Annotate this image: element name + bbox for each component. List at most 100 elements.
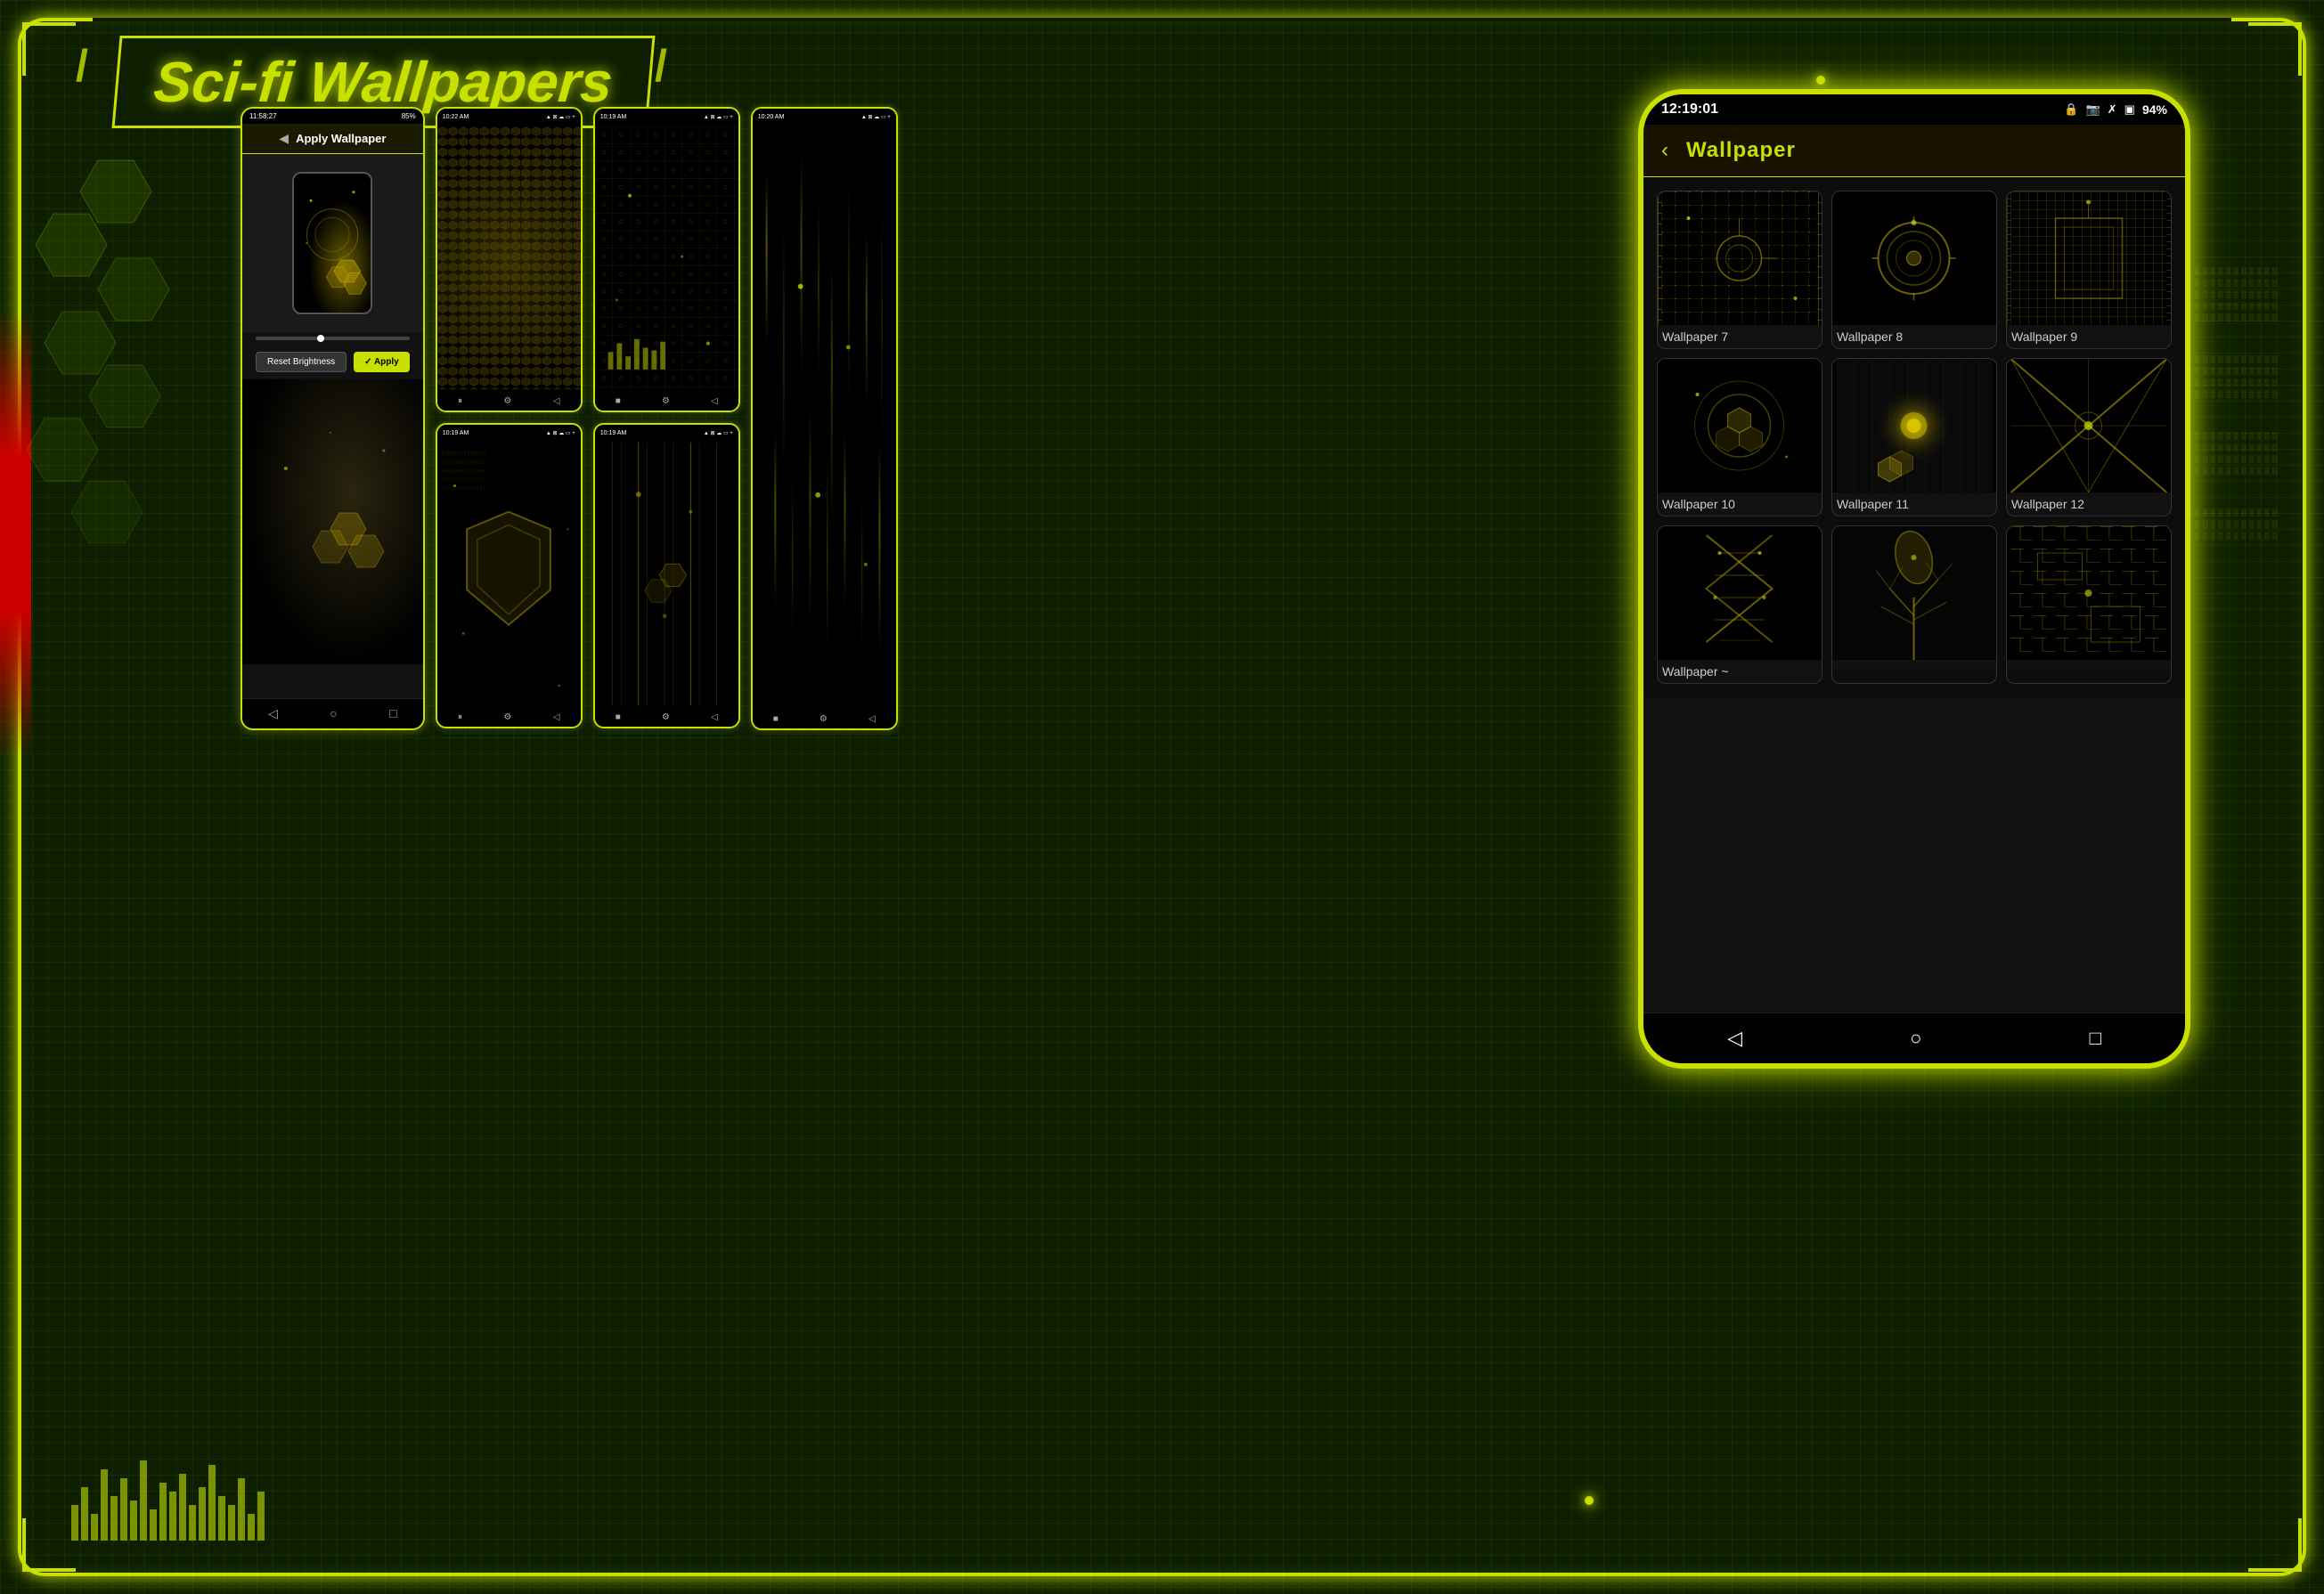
signal-icon: ▣ <box>2124 102 2135 117</box>
large-nav-back[interactable]: ◁ <box>1727 1027 1742 1050</box>
apply-header-title: Apply Wallpaper <box>296 132 386 145</box>
status-right-icons: 🔒 📷 ✗ ▣ 94% <box>2064 102 2167 117</box>
wallpaper-label-12: Wallpaper 12 <box>2007 492 2171 516</box>
phone5-content <box>595 441 738 707</box>
svg-text:01001010110101: 01001010110101 <box>442 486 486 492</box>
wallpaper-item-10[interactable]: Wallpaper 10 <box>1657 358 1823 516</box>
svg-text:01001010101010: 01001010101010 <box>442 451 486 457</box>
svg-text:11010101001010: 11010101001010 <box>442 478 486 484</box>
phone5-time: 10:19 AM <box>600 430 627 436</box>
phone-dot-pattern[interactable]: 10:22 AM ▲ ⊠ ☁ ▭ + ⏸ ⚙ <box>436 107 583 412</box>
wallpaper-item-8[interactable]: Wallpaper 8 <box>1831 191 1997 349</box>
wallpaper-item-15[interactable] <box>2006 525 2172 684</box>
wallpaper-label-8: Wallpaper 8 <box>1832 325 1996 348</box>
apply-nav-recents[interactable]: □ <box>389 706 396 721</box>
phone3-nav-back[interactable]: ◁ <box>553 712 560 722</box>
phone6-nav-back[interactable]: ◁ <box>868 714 876 724</box>
wallpaper-back-arrow[interactable]: ‹ <box>1661 138 1668 163</box>
preview-wallpaper <box>294 174 371 313</box>
wallpaper-item-11[interactable]: Wallpaper 11 <box>1831 358 1997 516</box>
reset-brightness-button[interactable]: Reset Brightness <box>256 352 347 372</box>
phone2-nav-pause[interactable]: ⏸ <box>458 396 462 406</box>
phone-vertical-lines[interactable]: 10:19 AM ▲ ⊠ ☁ ▭ + <box>593 423 740 728</box>
phone-large-wallpaper-app[interactable]: 12:19:01 🔒 📷 ✗ ▣ 94% ‹ Wallpaper <box>1638 89 2190 1069</box>
phone6-wallpaper <box>753 125 896 709</box>
apply-preview-area <box>242 154 423 332</box>
wallpaper-thumb-12 <box>2007 359 2171 492</box>
large-nav-recents[interactable]: □ <box>2090 1027 2101 1050</box>
slash-left: / <box>76 40 88 92</box>
phone6-nav-pause[interactable]: ■ <box>773 714 779 724</box>
svg-text:10110101001011: 10110101001011 <box>442 460 486 466</box>
phone2-content <box>437 125 581 391</box>
wallpaper-item-7[interactable]: Wallpaper 7 <box>1657 191 1823 349</box>
phones-col-2: 10:22 AM ▲ ⊠ ☁ ▭ + ⏸ ⚙ <box>436 107 583 728</box>
phone5-nav-pause[interactable]: ■ <box>616 712 621 722</box>
wallpaper-item-9[interactable]: Wallpaper 9 <box>2006 191 2172 349</box>
wallpaper-thumb-7 <box>1658 191 1822 325</box>
brightness-thumb[interactable] <box>317 335 324 342</box>
phone3-nav-pause[interactable]: ⏸ <box>458 712 462 722</box>
phone5-wallpaper <box>595 441 738 707</box>
wallpaper-label-10: Wallpaper 10 <box>1658 492 1822 516</box>
phone3-status: 10:19 AM ▲ ⊠ ☁ ▭ + <box>437 425 581 441</box>
corner-decoration-br <box>2248 1518 2302 1572</box>
phone4-nav: ■ ⚙ ◁ <box>595 391 738 411</box>
phone5-nav-back[interactable]: ◁ <box>711 712 718 722</box>
lock-icon: 🔒 <box>2064 102 2078 117</box>
wallpaper-item-12[interactable]: Wallpaper 12 <box>2006 358 2172 516</box>
wallpaper-grid: Wallpaper 7 Wallpaper 8 <box>1643 177 2185 697</box>
apply-button[interactable]: ✓ Apply <box>354 352 410 372</box>
apply-nav-home[interactable]: ○ <box>330 706 337 721</box>
phones-col-4: 10:20 AM ▲ ⊠ ☁ ▭ + <box>751 107 898 730</box>
wallpaper-thumb-10 <box>1658 359 1822 492</box>
wallpaper-label-15 <box>2007 660 2171 669</box>
wallpaper-label-7: Wallpaper 7 <box>1658 325 1822 348</box>
phone4-nav-back[interactable]: ◁ <box>711 396 718 406</box>
phone3-time: 10:19 AM <box>443 430 469 436</box>
phone6-icons: ▲ ⊠ ☁ ▭ + <box>861 114 891 120</box>
phone4-wallpaper <box>595 125 738 391</box>
wallpaper-app-title: Wallpaper <box>1686 138 1796 163</box>
phone-shield[interactable]: 10:19 AM ▲ ⊠ ☁ ▭ + 01001010101010 101101… <box>436 423 583 728</box>
brightness-control <box>256 337 410 340</box>
wallpaper-app-header: ‹ Wallpaper <box>1643 125 2185 177</box>
phone2-nav-settings[interactable]: ⚙ <box>503 396 511 406</box>
phones-col-3: 10:19 AM ▲ ⊠ ☁ ▭ + <box>593 107 740 728</box>
phone4-nav-pause[interactable]: ■ <box>616 396 621 406</box>
phone-streaks[interactable]: 10:20 AM ▲ ⊠ ☁ ▭ + <box>751 107 898 730</box>
wallpaper-item-14[interactable] <box>1831 525 1997 684</box>
phone2-nav-back[interactable]: ◁ <box>553 396 560 406</box>
phone5-nav-settings[interactable]: ⚙ <box>662 712 670 722</box>
wallpaper-thumb-13 <box>1658 526 1822 660</box>
phone2-nav: ⏸ ⚙ ◁ <box>437 391 581 411</box>
wallpaper-label-13: Wallpaper ~ <box>1658 660 1822 683</box>
phone-large-nav-bar: ◁ ○ □ <box>1643 1013 2185 1063</box>
large-nav-home[interactable]: ○ <box>1910 1027 1921 1050</box>
phone4-nav-settings[interactable]: ⚙ <box>662 396 670 406</box>
wallpaper-item-13[interactable]: Wallpaper ~ <box>1657 525 1823 684</box>
glow-dot-br <box>1585 1496 1594 1505</box>
large-phone-time: 12:19:01 <box>1661 102 1718 118</box>
corner-decoration-bl <box>22 1518 76 1572</box>
phone-apply-wallpaper[interactable]: 11:58:27 85% ◀ Apply Wallpaper <box>241 107 425 730</box>
phone6-time: 10:20 AM <box>758 114 785 120</box>
wallpaper-label-9: Wallpaper 9 <box>2007 325 2171 348</box>
brightness-slider[interactable] <box>256 337 410 340</box>
phone2-wallpaper <box>437 125 581 391</box>
wallpaper-thumb-8 <box>1832 191 1996 325</box>
hex-decoration <box>27 142 205 770</box>
phone6-nav-settings[interactable]: ⚙ <box>820 714 828 724</box>
phone5-status: 10:19 AM ▲ ⊠ ☁ ▭ + <box>595 425 738 441</box>
apply-action-buttons: Reset Brightness ✓ Apply <box>242 345 423 379</box>
phone2-status: 10:22 AM ▲ ⊠ ☁ ▭ + <box>437 109 581 125</box>
phone-circuit[interactable]: 10:19 AM ▲ ⊠ ☁ ▭ + <box>593 107 740 412</box>
apply-back-icon[interactable]: ◀ <box>279 131 289 146</box>
phone3-nav-settings[interactable]: ⚙ <box>503 712 511 722</box>
phone6-nav: ■ ⚙ ◁ <box>753 709 896 728</box>
phone3-icons: ▲ ⊠ ☁ ▭ + <box>546 430 575 436</box>
phone5-nav: ■ ⚙ ◁ <box>595 707 738 727</box>
apply-battery: 85% <box>402 112 416 120</box>
app-title: Sci-fi Wallpapers <box>151 50 616 114</box>
apply-nav-back[interactable]: ◁ <box>268 706 278 721</box>
